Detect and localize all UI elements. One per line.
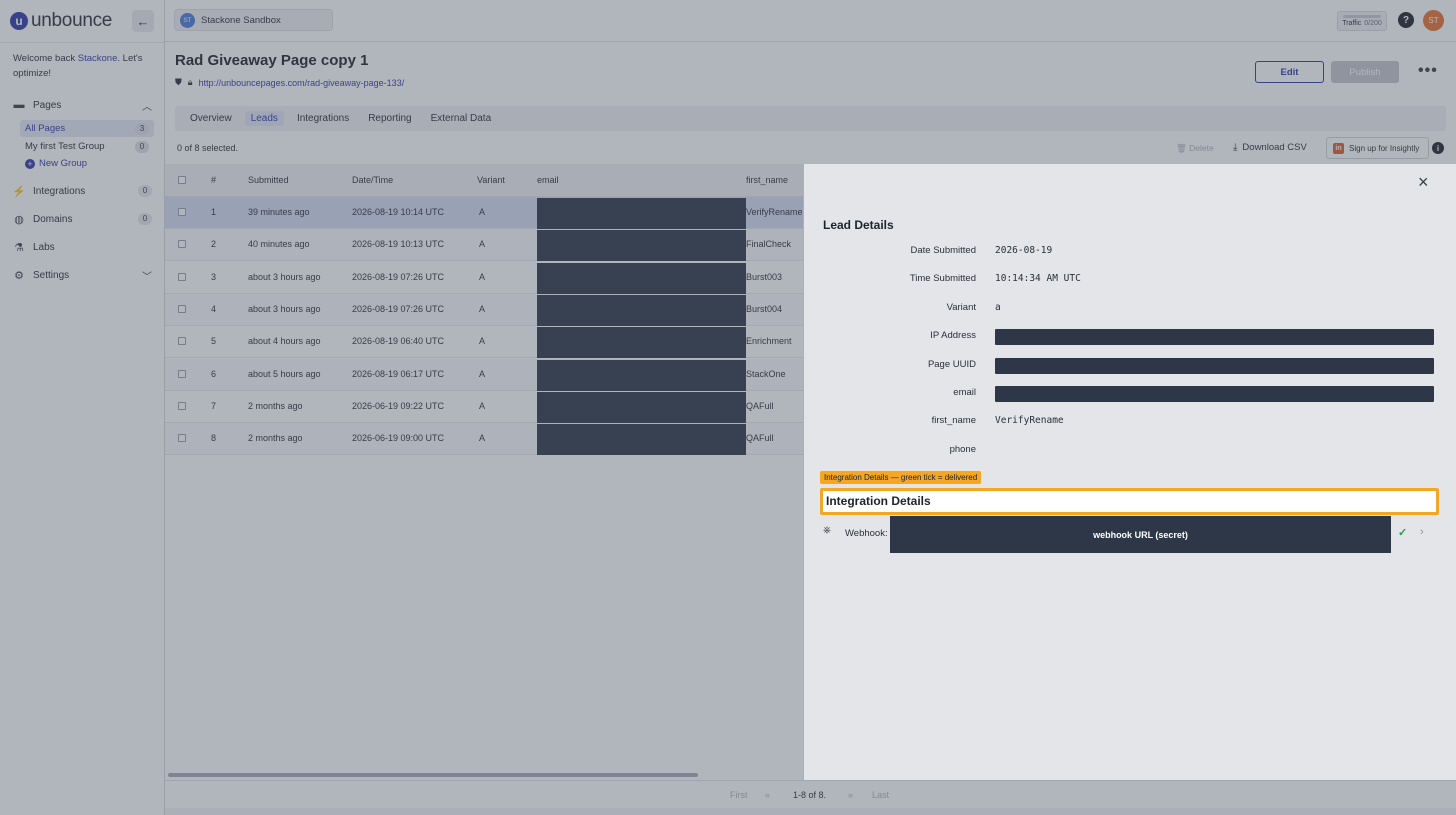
webhook-url-redacted: webhook URL (secret) — [890, 516, 1391, 553]
detail-row: email — [804, 384, 1456, 404]
webhook-label: Webhook: I — [845, 528, 893, 539]
detail-label: phone — [949, 444, 976, 455]
detail-value-redacted — [995, 329, 1434, 345]
webhook-icon: ⎈ — [823, 525, 831, 536]
check-icon: ✓ — [1398, 527, 1408, 539]
detail-row: Page UUID — [804, 356, 1456, 376]
detail-value: 2026-08-19 — [995, 245, 1053, 256]
detail-label: Variant — [946, 302, 976, 313]
integration-details-header: Integration Details — [820, 488, 1439, 515]
chevron-right-icon[interactable]: › — [1420, 526, 1424, 538]
detail-value: 10:14:34 AM UTC — [995, 273, 1081, 284]
detail-label: Time Submitted — [909, 273, 976, 284]
detail-label: Date Submitted — [910, 245, 976, 256]
detail-value-redacted — [995, 386, 1434, 402]
detail-row: Time Submitted 10:14:34 AM UTC — [804, 270, 1456, 290]
detail-label: Page UUID — [927, 359, 976, 370]
detail-value-redacted — [995, 358, 1434, 374]
close-icon[interactable]: × — [1418, 172, 1429, 193]
integration-annotation-tag: Integration Details — green tick = deliv… — [820, 471, 982, 484]
detail-value: a — [995, 302, 1001, 313]
detail-label: email — [953, 387, 976, 398]
detail-row: IP Address — [804, 327, 1456, 347]
detail-row: Variant a — [804, 299, 1456, 319]
webhook-integration-row[interactable]: ⎈ Webhook: I webhook URL (secret) ✓ › — [823, 516, 1433, 553]
lead-details-panel: × Lead Details Date Submitted 2026-08-19 T… — [804, 164, 1456, 780]
detail-value: VerifyRename — [995, 415, 1064, 426]
lead-details-title: Lead Details — [823, 218, 894, 232]
detail-row: first_name VerifyRename — [804, 412, 1456, 432]
detail-label: IP Address — [930, 330, 976, 341]
detail-row: phone — [804, 441, 1456, 461]
detail-label: first_name — [931, 415, 976, 426]
detail-row: Date Submitted 2026-08-19 — [804, 242, 1456, 262]
